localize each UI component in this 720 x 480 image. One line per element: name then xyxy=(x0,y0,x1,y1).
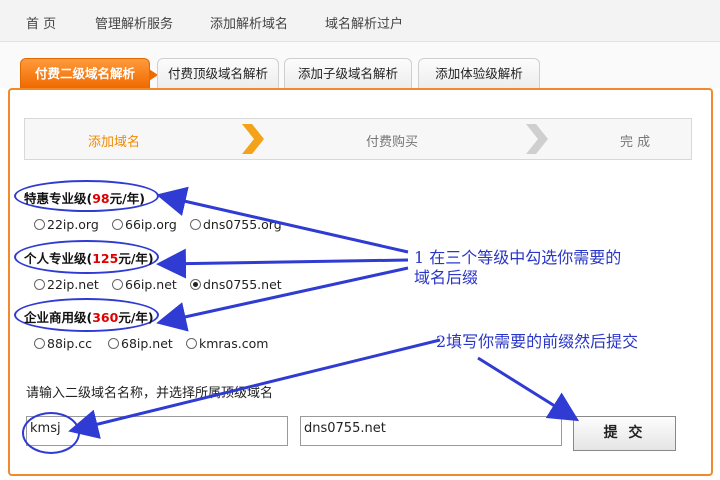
level-2-label: 个人专业级(125元/年) xyxy=(24,251,154,266)
level-3-option-1[interactable]: 88ip.cc xyxy=(34,336,92,351)
radio-icon[interactable] xyxy=(34,338,45,349)
level-1-option-3[interactable]: dns0755.org xyxy=(190,217,282,232)
level-2-option-1[interactable]: 22ip.net xyxy=(34,277,99,292)
nav-home[interactable]: 首 页 xyxy=(26,13,56,32)
nav-transfer[interactable]: 域名解析过户 xyxy=(325,13,403,32)
step-done: 完 成 xyxy=(620,135,651,150)
radio-icon[interactable] xyxy=(34,219,45,230)
top-nav: 首 页 管理解析服务 添加解析域名 域名解析过户 xyxy=(0,0,720,42)
step-pay: 付费购买 xyxy=(366,135,419,150)
level-1-option-1[interactable]: 22ip.org xyxy=(34,217,99,232)
nav-add-domain[interactable]: 添加解析域名 xyxy=(210,13,288,32)
top-level-domain-field[interactable]: dns0755.net xyxy=(300,416,562,446)
level-3-option-3[interactable]: kmras.com xyxy=(186,336,268,351)
domain-prompt: 请输入二级域名名称，并选择所属顶级域名 xyxy=(26,386,274,401)
nav-manage-dns[interactable]: 管理解析服务 xyxy=(95,13,173,32)
level-2-option-3[interactable]: dns0755.net xyxy=(190,277,282,292)
annotation-note-2: 2填写你需要的前缀然后提交 xyxy=(436,332,639,351)
level-3-option-2[interactable]: 68ip.net xyxy=(108,336,173,351)
level-1-option-2[interactable]: 66ip.org xyxy=(112,217,177,232)
tab-paid-second-level[interactable]: 付费二级域名解析 xyxy=(20,58,158,88)
radio-icon[interactable] xyxy=(190,219,201,230)
step-add-domain: 添加域名 xyxy=(88,135,141,150)
tab-paid-top-level[interactable]: 付费顶级域名解析 xyxy=(157,58,279,88)
radio-selected-icon[interactable] xyxy=(190,279,201,290)
radio-icon[interactable] xyxy=(34,279,45,290)
step-arrow-icon xyxy=(526,124,548,154)
annotation-note-1b: 域名后缀 xyxy=(414,268,479,287)
radio-icon[interactable] xyxy=(186,338,197,349)
tab-add-trial[interactable]: 添加体验级解析 xyxy=(418,58,540,88)
step-arrow-active-icon xyxy=(242,124,264,154)
radio-icon[interactable] xyxy=(108,338,119,349)
highlight-ellipse xyxy=(22,412,80,454)
tab-add-sub-level[interactable]: 添加子级域名解析 xyxy=(284,58,412,88)
submit-button[interactable]: 提 交 xyxy=(573,416,676,451)
level-1-label: 特惠专业级(98元/年) xyxy=(24,191,145,206)
level-3-label: 企业商用级(360元/年) xyxy=(24,310,154,325)
radio-icon[interactable] xyxy=(112,219,123,230)
level-2-option-2[interactable]: 66ip.net xyxy=(112,277,177,292)
radio-icon[interactable] xyxy=(112,279,123,290)
